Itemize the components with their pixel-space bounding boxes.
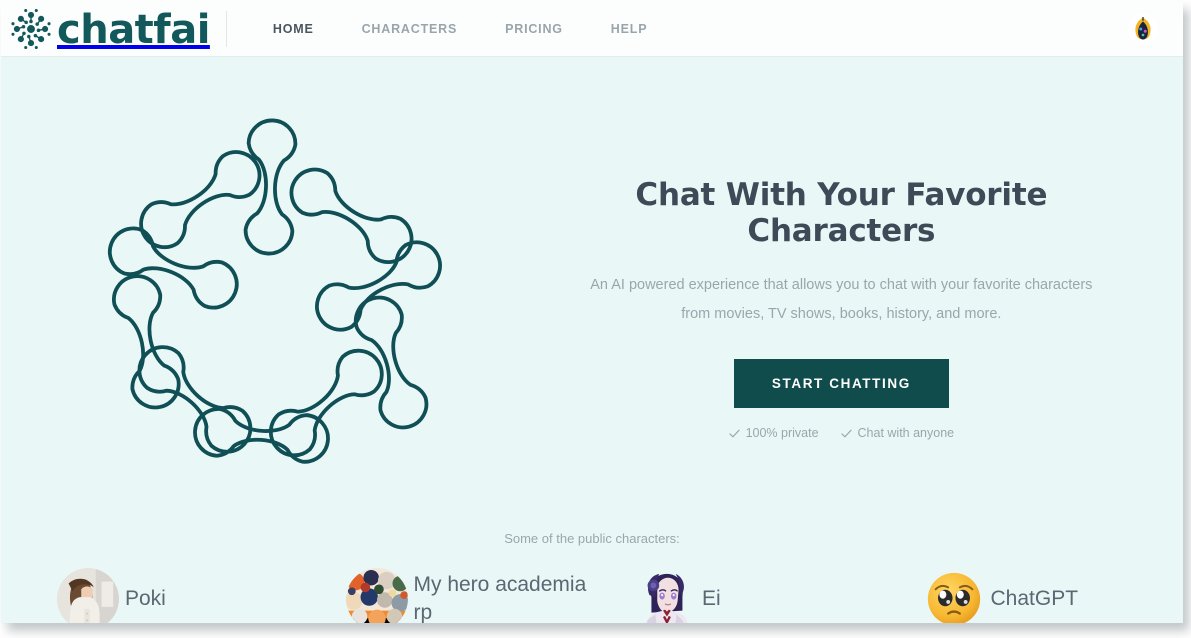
hero-copy: Chat With Your Favorite Characters An AI…	[540, 87, 1183, 440]
network-nodes-icon	[11, 8, 51, 49]
feature-private: 100% private	[728, 426, 819, 440]
avatar-pleading-face-emoji	[927, 572, 980, 623]
list-item-label: My hero academia rp	[413, 573, 587, 623]
nav-link-characters[interactable]: CHARACTERS	[338, 16, 482, 42]
nav-link-home[interactable]: HOME	[249, 16, 338, 42]
radial-dumbbell-pattern-illustration	[100, 117, 457, 467]
nav-link-help[interactable]: HELP	[587, 16, 672, 42]
cta-features: 100% private Chat with anyone	[540, 426, 1143, 440]
public-characters-row: Poki My hero academia rp Ei ChatGPT	[1, 568, 1183, 623]
top-navbar: chatfai HOME CHARACTERS PRICING HELP	[1, 1, 1183, 57]
list-item-label: ChatGPT	[990, 587, 1079, 610]
start-chatting-button[interactable]: START CHATTING	[733, 359, 949, 408]
nav-links: HOME CHARACTERS PRICING HELP	[249, 20, 671, 38]
check-icon	[840, 429, 852, 437]
hero-subtitle: An AI powered experience that allows you…	[590, 277, 1093, 322]
list-item[interactable]: Poki	[15, 568, 304, 623]
list-item[interactable]: ChatGPT	[881, 568, 1170, 623]
nav-divider	[225, 10, 227, 47]
public-characters-label: Some of the public characters:	[504, 531, 680, 546]
feature-chat-anyone-label: Chat with anyone	[857, 426, 955, 440]
user-avatar[interactable]	[1128, 13, 1158, 44]
page-frame: chatfai HOME CHARACTERS PRICING HELP Cha…	[1, 1, 1183, 623]
hero-illustration-column	[1, 87, 540, 475]
list-item-label: Poki	[125, 587, 166, 610]
nav-link-pricing[interactable]: PRICING	[481, 16, 587, 42]
check-icon	[728, 429, 740, 437]
feature-chat-anyone: Chat with anyone	[840, 426, 955, 440]
hero-section: Chat With Your Favorite Characters An AI…	[1, 57, 1183, 475]
avatar-anime-group	[345, 568, 408, 623]
list-item-label: Ei	[702, 587, 721, 610]
avatar-anime-purple-hair	[646, 573, 688, 623]
brand-name: chatfai	[57, 6, 210, 53]
list-item[interactable]: My hero academia rp	[304, 568, 593, 623]
list-item[interactable]: Ei	[592, 568, 881, 623]
cta-wrapper: START CHATTING	[540, 359, 1143, 408]
avatar-photo-woman	[57, 568, 119, 623]
feature-private-label: 100% private	[745, 426, 819, 440]
brand-logo[interactable]: chatfai	[9, 7, 226, 51]
page-title: Chat With Your Favorite Characters	[635, 177, 1048, 249]
